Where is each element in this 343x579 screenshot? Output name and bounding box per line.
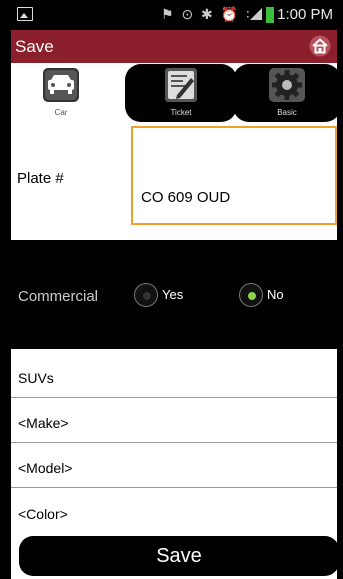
plate-label: Plate # xyxy=(17,170,64,187)
app-screen: ⚑ ⊙ ✱ ⏰ ∶ 1:00 PM Save Car Ticket Basic … xyxy=(11,0,337,579)
model-value: <Model> xyxy=(18,460,73,476)
radio-label-no: No xyxy=(267,287,284,302)
action-bar-title[interactable]: Save xyxy=(15,37,54,57)
plate-number-input[interactable] xyxy=(131,126,337,225)
radio-label-yes: Yes xyxy=(162,287,184,302)
color-field[interactable]: <Color> xyxy=(11,495,337,533)
save-button[interactable]: Save xyxy=(19,536,337,576)
commercial-label: Commercial xyxy=(18,288,99,305)
tab-car-label: Car xyxy=(54,108,68,117)
ticket-icon xyxy=(165,68,197,102)
tab-ticket-label: Ticket xyxy=(170,108,192,117)
commercial-no-radio[interactable]: No xyxy=(239,283,299,309)
commercial-section: Commercial Yes No xyxy=(11,240,337,349)
system-status-icons: ⚑ ⊙ ✱ ⏰ ∶ xyxy=(161,6,252,22)
make-value: <Make> xyxy=(18,415,69,431)
radio-dot xyxy=(143,292,151,300)
image-notification-icon xyxy=(17,7,33,21)
status-bar: ⚑ ⊙ ✱ ⏰ ∶ 1:00 PM xyxy=(11,0,337,30)
tab-basic[interactable]: Basic xyxy=(233,64,337,122)
vehicle-type-field[interactable]: SUVs xyxy=(11,359,337,398)
gear-icon xyxy=(269,68,305,102)
tab-ticket[interactable]: Ticket xyxy=(125,64,237,122)
signal-icon xyxy=(250,8,262,20)
status-time: 1:00 PM xyxy=(277,6,333,23)
tab-car[interactable]: Car xyxy=(11,64,111,122)
home-icon[interactable] xyxy=(309,35,331,57)
radio-circle xyxy=(239,283,263,307)
car-icon xyxy=(43,68,79,102)
commercial-yes-radio[interactable]: Yes xyxy=(134,283,194,309)
radio-dot-selected xyxy=(248,292,256,300)
tab-bar: Car Ticket Basic xyxy=(11,64,337,122)
battery-icon xyxy=(266,7,274,23)
vehicle-type-value: SUVs xyxy=(18,370,54,386)
action-bar: Save xyxy=(11,30,337,63)
tab-basic-label: Basic xyxy=(277,108,297,117)
color-value: <Color> xyxy=(18,506,68,522)
model-field[interactable]: <Model> xyxy=(11,449,337,488)
radio-circle xyxy=(134,283,158,307)
make-field[interactable]: <Make> xyxy=(11,404,337,443)
